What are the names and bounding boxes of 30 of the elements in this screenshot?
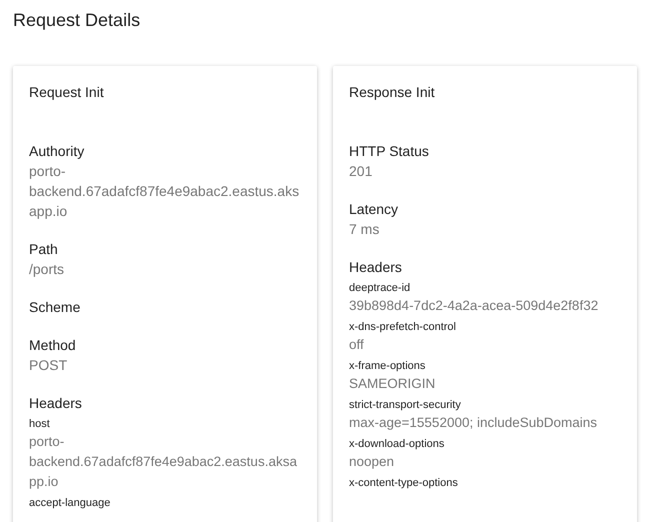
field-label: HTTP Status [349,142,430,161]
header-value: porto-backend.67adafcf87fe4e9abac2.eastus.aksapp.io [29,433,298,491]
header-value: 39b898d4-7dc2-4a2a-acea-509d4e2f8f32 [349,297,600,315]
field-value: porto-backend.67adafcf87fe4e9abac2.eastus.aksapp.io [29,162,300,221]
field-value: 201 [349,162,374,181]
field-label: Headers [349,258,403,277]
header-name: deeptrace-id [349,281,412,296]
header-value: off [349,336,365,354]
card-title: Response Init [349,83,436,102]
field-label: Headers [29,394,83,413]
field-value: 7 ms [349,220,380,239]
header-name: accept-language [29,496,112,511]
header-name: x-download-options [349,437,446,452]
header-name: x-frame-options [349,359,426,374]
header-name: strict-transport-security [349,398,462,413]
page-title: Request Details [12,9,142,32]
header-value: noopen [349,453,396,471]
field-value: /ports [29,260,66,279]
header-name: x-content-type-options [349,476,459,491]
field-label: Authority [29,142,86,161]
header-name: x-dns-prefetch-control [349,320,457,335]
header-name: host [29,417,51,432]
field-label: Method [29,336,77,355]
field-value: POST [29,356,68,375]
field-label: Path [29,240,59,259]
card-title: Request Init [29,83,105,102]
field-label: Scheme [29,298,82,317]
header-value: max-age=15552000; includeSubDomains [349,414,598,432]
field-label: Latency [349,200,400,219]
header-value: SAMEORIGIN [349,375,436,393]
